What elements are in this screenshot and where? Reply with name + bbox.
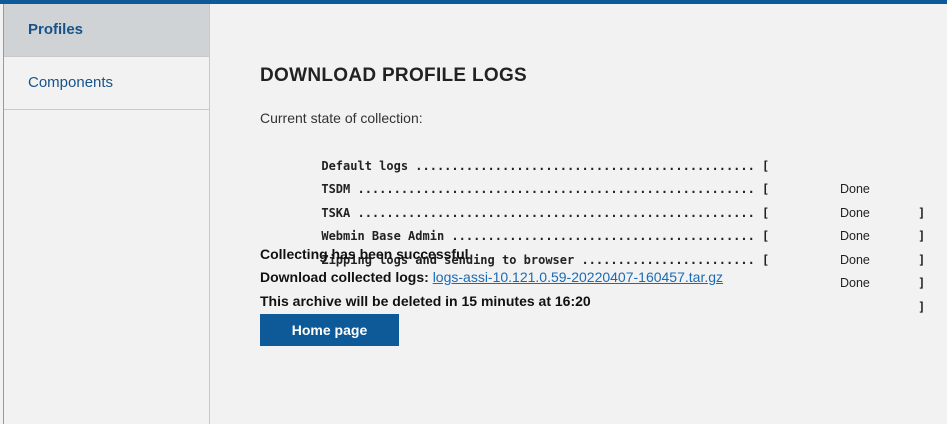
download-label: Download collected logs:: [260, 269, 429, 285]
log-line-bracket: ]: [918, 276, 926, 290]
log-line-default-logs: Default logs ...........................…: [278, 131, 925, 220]
delete-notice: This archive will be deleted in 15 minut…: [260, 293, 591, 309]
log-line-bracket: ]: [918, 229, 926, 243]
log-line-status: Done: [840, 182, 870, 196]
log-line-bracket: ]: [918, 205, 926, 220]
sidebar-item-components[interactable]: Components: [4, 57, 209, 110]
log-line-status: Done: [840, 252, 870, 267]
log-line-status: Done: [840, 229, 870, 243]
log-line-bracket: ]: [918, 252, 926, 267]
collection-state-label: Current state of collection:: [260, 110, 423, 126]
log-line-webmin: Webmin Base Admin ......................…: [278, 202, 925, 290]
log-status-list: Default logs ...........................…: [278, 131, 925, 314]
home-page-button[interactable]: Home page: [260, 314, 399, 346]
log-line-zipping: Zipping logs and sending to browser ....…: [278, 225, 925, 314]
page-title: DOWNLOAD PROFILE LOGS: [260, 65, 528, 86]
log-line-status: Done: [840, 205, 870, 220]
sidebar-item-profiles[interactable]: Profiles: [4, 4, 209, 57]
log-line-tsdm: TSDM ...................................…: [278, 155, 925, 243]
download-row: Download collected logs: logs-assi-10.12…: [260, 269, 723, 285]
log-line-status: Done: [840, 276, 870, 290]
success-message: Collecting has been successful: [260, 246, 469, 262]
log-line-bracket: ]: [918, 299, 926, 314]
log-line-tska: TSKA ...................................…: [278, 178, 925, 267]
sidebar: Profiles Components: [4, 4, 210, 424]
download-link[interactable]: logs-assi-10.121.0.59-20220407-160457.ta…: [433, 269, 723, 285]
